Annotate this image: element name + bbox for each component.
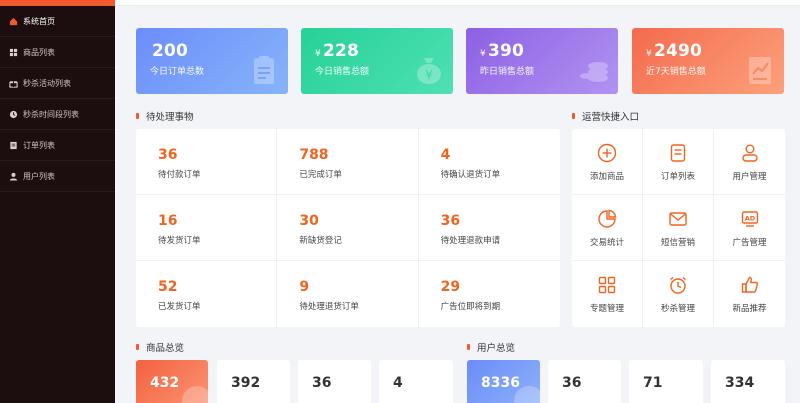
- sidebar-item-home[interactable]: 系统首页: [0, 6, 115, 37]
- sidebar-item-label: 商品列表: [23, 47, 55, 57]
- user-overview-title: 用户总览: [467, 340, 515, 354]
- clock-icon: [8, 109, 18, 119]
- mail-icon: [669, 212, 687, 226]
- user-manage-icon: [741, 144, 758, 162]
- grid-squares-icon: [598, 276, 616, 294]
- todo-item-shipped[interactable]: 52 已发货订单: [136, 261, 278, 327]
- sidebar-item-label: 订单列表: [23, 140, 55, 150]
- sidebar-item-goods-list[interactable]: 商品列表: [0, 37, 115, 68]
- sidebar-item-flash-timeslot[interactable]: 秒杀时间段列表: [0, 99, 115, 130]
- todo-item-pending-shipment[interactable]: 16 待发货订单: [136, 195, 278, 261]
- stat-card-today-sales[interactable]: ¥228 今日销售总额 ¥: [301, 28, 453, 94]
- quick-flash-manage[interactable]: 秒杀管理: [643, 261, 714, 327]
- quick-entry-panel: 添加商品 订单列表 用户管理 交易统计 短信营销 AD 广告管理 专题管理 秒杀: [572, 129, 785, 327]
- grid-icon: [8, 47, 18, 57]
- coins-icon: [580, 62, 608, 82]
- goods-overview-card[interactable]: 36: [298, 360, 371, 403]
- todo-item-ads-expiring[interactable]: 29 广告位即将到期: [419, 261, 560, 327]
- quick-user-manage[interactable]: 用户管理: [714, 129, 785, 195]
- todo-panel: 36 待付款订单 788 已完成订单 4 待确认退货订单 16 待发货订单 30 新缺货登…: [136, 129, 560, 327]
- order-list-icon: [670, 144, 686, 162]
- stat-card-today-orders[interactable]: 200 今日订单总数: [136, 28, 288, 94]
- sidebar-item-label: 用户列表: [23, 171, 55, 181]
- thumbs-up-icon: [741, 276, 758, 293]
- plus-circle-icon: [597, 143, 617, 163]
- section-marker: [467, 344, 470, 350]
- goods-overview-card[interactable]: 432: [136, 360, 208, 403]
- sidebar-item-label: 秒杀活动列表: [23, 78, 71, 88]
- home-icon: [8, 16, 18, 26]
- money-bag-icon: ¥: [417, 58, 441, 84]
- goods-overview-card[interactable]: 4: [379, 360, 453, 403]
- section-marker: [572, 113, 575, 119]
- quick-trade-stats[interactable]: 交易统计: [572, 195, 643, 261]
- todo-item-refund-requests[interactable]: 36 待处理退款申请: [418, 195, 560, 261]
- user-overview-card[interactable]: 8336: [467, 360, 540, 403]
- todo-item-pending-returns[interactable]: 9 待处理退货订单: [277, 261, 419, 327]
- svg-text:AD: AD: [744, 215, 755, 223]
- sidebar-item-label: 系统首页: [23, 16, 55, 26]
- quick-sms-marketing[interactable]: 短信营销: [643, 195, 714, 261]
- quick-order-list[interactable]: 订单列表: [643, 129, 714, 195]
- clipboard-icon: [254, 56, 274, 84]
- goods-overview-card[interactable]: 392: [217, 360, 290, 403]
- sidebar-item-flash-activity[interactable]: 秒杀活动列表: [0, 68, 115, 99]
- quick-ad-manage[interactable]: AD 广告管理: [714, 195, 785, 261]
- sidebar-item-label: 秒杀时间段列表: [23, 109, 79, 119]
- goods-overview-title: 商品总览: [136, 340, 184, 354]
- section-marker: [136, 113, 139, 119]
- stat-card-7day-sales[interactable]: ¥2490 近7天销售总额: [632, 28, 784, 94]
- gift-icon: [8, 78, 18, 88]
- quick-section-title: 运营快捷入口: [572, 109, 639, 123]
- top-header-bar: [115, 0, 800, 6]
- alarm-clock-icon: [670, 276, 686, 294]
- user-icon: [8, 171, 18, 181]
- trend-report-icon: [749, 57, 771, 84]
- todo-item-pending-payment[interactable]: 36 待付款订单: [136, 129, 278, 195]
- quick-new-product[interactable]: 新品推荐: [714, 261, 785, 327]
- user-overview-card[interactable]: 36: [548, 360, 621, 403]
- quick-topic-manage[interactable]: 专题管理: [572, 261, 643, 327]
- todo-section-title: 待处理事物: [136, 109, 194, 123]
- todo-item-completed[interactable]: 788 已完成订单: [277, 129, 419, 195]
- sidebar: 系统首页 商品列表 秒杀活动列表 秒杀时间段列表 订单列表 用户列表: [0, 0, 115, 403]
- user-overview-card[interactable]: 71: [629, 360, 703, 403]
- document-icon: [8, 140, 18, 150]
- svg-text:¥: ¥: [425, 68, 433, 82]
- main-content: 200 今日订单总数 ¥228 今日销售总额 ¥ ¥390 昨日销售总额 ¥24…: [115, 0, 800, 403]
- stat-card-yesterday-sales[interactable]: ¥390 昨日销售总额: [466, 28, 618, 94]
- user-overview-card[interactable]: 334: [711, 360, 785, 403]
- quick-add-goods[interactable]: 添加商品: [572, 129, 643, 195]
- sidebar-item-user-list[interactable]: 用户列表: [0, 161, 115, 192]
- todo-item-return-confirm[interactable]: 4 待确认退货订单: [418, 129, 560, 195]
- ad-icon: AD: [741, 211, 758, 227]
- pie-chart-icon: [598, 209, 617, 228]
- todo-item-out-of-stock[interactable]: 30 新缺货登记: [277, 195, 419, 261]
- section-marker: [136, 344, 139, 350]
- sidebar-item-order-list[interactable]: 订单列表: [0, 130, 115, 161]
